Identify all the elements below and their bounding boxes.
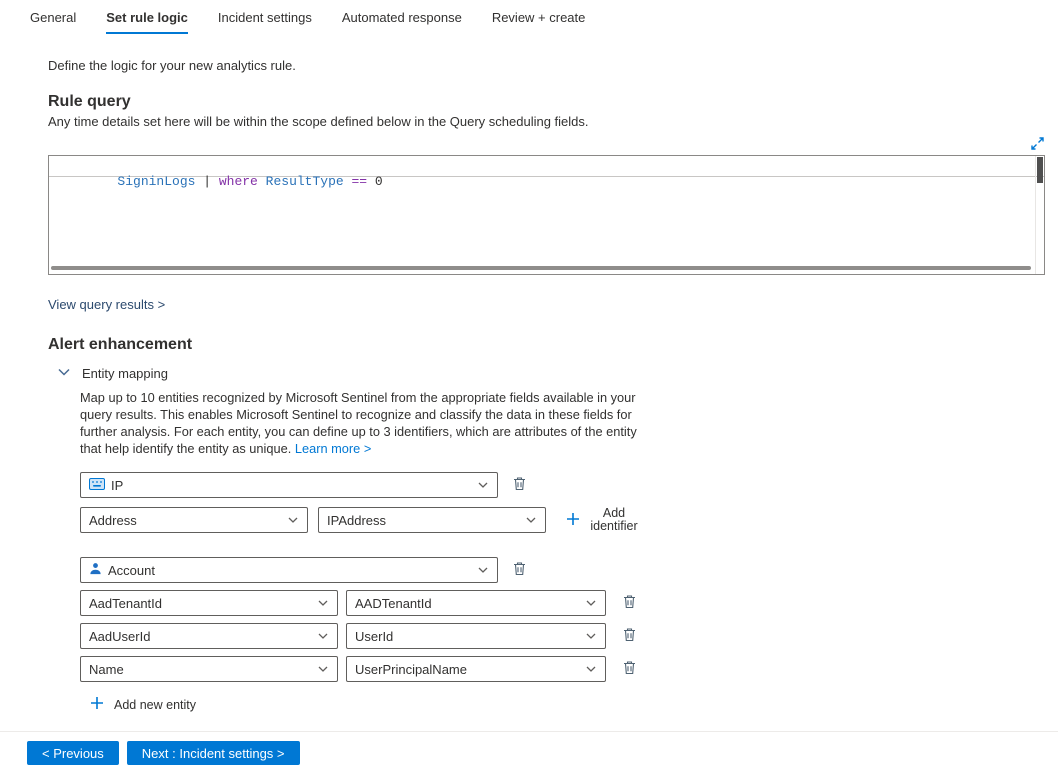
entity-mapping-label: Entity mapping [82, 366, 168, 381]
chevron-down-icon [287, 513, 299, 528]
identifier-value: AADTenantId [355, 596, 579, 611]
tab-review-create[interactable]: Review + create [492, 10, 586, 34]
kql-token-keyword: where [219, 174, 258, 189]
wizard-tabs: General Set rule logic Incident settings… [0, 0, 1058, 34]
trash-icon [623, 627, 636, 645]
entity-type-value: IP [111, 478, 471, 493]
page-description: Define the logic for your new analytics … [48, 58, 1058, 73]
identifier-value: IPAddress [327, 513, 519, 528]
identifier-field-value: AadUserId [89, 629, 311, 644]
vertical-scrollbar-thumb[interactable] [1037, 157, 1043, 183]
chevron-down-icon [585, 662, 597, 677]
trash-icon [513, 561, 526, 579]
chevron-down-icon [477, 478, 489, 493]
alert-enhancement-heading: Alert enhancement [48, 336, 1058, 354]
identifier-field-dropdown[interactable]: Address [80, 507, 308, 533]
kql-token-table: SigninLogs [117, 174, 195, 189]
identifier-field-dropdown[interactable]: AadTenantId [80, 590, 338, 616]
entity-row-account: Account [80, 557, 1058, 583]
kql-token-number: 0 [367, 174, 383, 189]
entity-type-dropdown[interactable]: IP [80, 472, 498, 498]
expand-icon [1030, 136, 1045, 154]
trash-icon [513, 476, 526, 494]
kql-token-column: ResultType [258, 174, 344, 189]
rule-query-subheading: Any time details set here will be within… [48, 114, 1058, 129]
view-query-results-link[interactable]: View query results > [48, 297, 165, 312]
next-button[interactable]: Next : Incident settings > [127, 741, 300, 765]
ip-icon [89, 478, 105, 493]
identifier-row: Name UserPrincipalName [80, 656, 1058, 682]
chevron-down-icon [317, 662, 329, 677]
chevron-down-icon [317, 629, 329, 644]
add-identifier-button[interactable]: Add identifier [566, 507, 640, 533]
identifier-row: AadTenantId AADTenantId [80, 590, 1058, 616]
entity-mapping-description: Map up to 10 entities recognized by Micr… [80, 389, 654, 457]
chevron-down-icon [317, 596, 329, 611]
identifier-field-value: AadTenantId [89, 596, 311, 611]
kql-token-pipe: | [195, 174, 218, 189]
entity-mapping-body: IP Address [80, 472, 1058, 713]
entity-type-dropdown[interactable]: Account [80, 557, 498, 583]
trash-icon [623, 660, 636, 678]
tab-content: Define the logic for your new analytics … [0, 58, 1058, 713]
chevron-down-icon [585, 596, 597, 611]
query-editor[interactable]: SigninLogs | where ResultType == 0 [48, 155, 1045, 275]
expand-editor-button[interactable] [1030, 137, 1045, 153]
identifier-row: Address IPAddress Add identifier [80, 507, 1058, 533]
chevron-down-icon [57, 366, 71, 381]
horizontal-scrollbar[interactable] [51, 266, 1031, 271]
trash-icon [623, 594, 636, 612]
kql-token-operator: == [344, 174, 367, 189]
delete-entity-button[interactable] [513, 561, 526, 579]
add-identifier-label: Add identifier [588, 507, 640, 533]
vertical-scrollbar[interactable] [1035, 156, 1044, 274]
chevron-down-icon [585, 629, 597, 644]
entity-row-ip: IP [80, 472, 1058, 498]
entity-type-value: Account [108, 563, 471, 578]
identifier-value: UserId [355, 629, 579, 644]
tab-incident-settings[interactable]: Incident settings [218, 10, 312, 34]
chevron-down-icon [525, 513, 537, 528]
delete-identifier-button[interactable] [623, 660, 636, 678]
horizontal-scrollbar-thumb[interactable] [51, 266, 1031, 270]
delete-identifier-button[interactable] [623, 594, 636, 612]
delete-identifier-button[interactable] [623, 627, 636, 645]
identifier-field-value: Address [89, 513, 281, 528]
add-new-entity-button[interactable]: Add new entity [90, 696, 196, 713]
plus-icon [566, 512, 580, 529]
learn-more-link[interactable]: Learn more > [295, 441, 371, 456]
entity-mapping-accordion[interactable]: Entity mapping [57, 366, 1058, 381]
editor-toolbar [48, 137, 1045, 153]
previous-button[interactable]: < Previous [27, 741, 119, 765]
identifier-field-dropdown[interactable]: AadUserId [80, 623, 338, 649]
tab-set-rule-logic[interactable]: Set rule logic [106, 10, 188, 34]
identifier-value-dropdown[interactable]: IPAddress [318, 507, 546, 533]
set-rule-logic-page: General Set rule logic Incident settings… [0, 0, 1058, 778]
identifier-row: AadUserId UserId [80, 623, 1058, 649]
wizard-footer: < Previous Next : Incident settings > [0, 731, 1058, 778]
delete-entity-button[interactable] [513, 476, 526, 494]
identifier-field-value: Name [89, 662, 311, 677]
rule-query-heading: Rule query [48, 93, 1058, 111]
identifier-value-dropdown[interactable]: AADTenantId [346, 590, 606, 616]
tab-general[interactable]: General [30, 10, 76, 34]
identifier-value: UserPrincipalName [355, 662, 579, 677]
tab-automated-response[interactable]: Automated response [342, 10, 462, 34]
add-new-entity-label: Add new entity [114, 698, 196, 712]
identifier-value-dropdown[interactable]: UserId [346, 623, 606, 649]
identifier-field-dropdown[interactable]: Name [80, 656, 338, 682]
plus-icon [90, 696, 104, 713]
account-icon [89, 562, 102, 578]
identifier-value-dropdown[interactable]: UserPrincipalName [346, 656, 606, 682]
chevron-down-icon [477, 563, 489, 578]
query-code-line[interactable]: SigninLogs | where ResultType == 0 [49, 156, 1044, 177]
